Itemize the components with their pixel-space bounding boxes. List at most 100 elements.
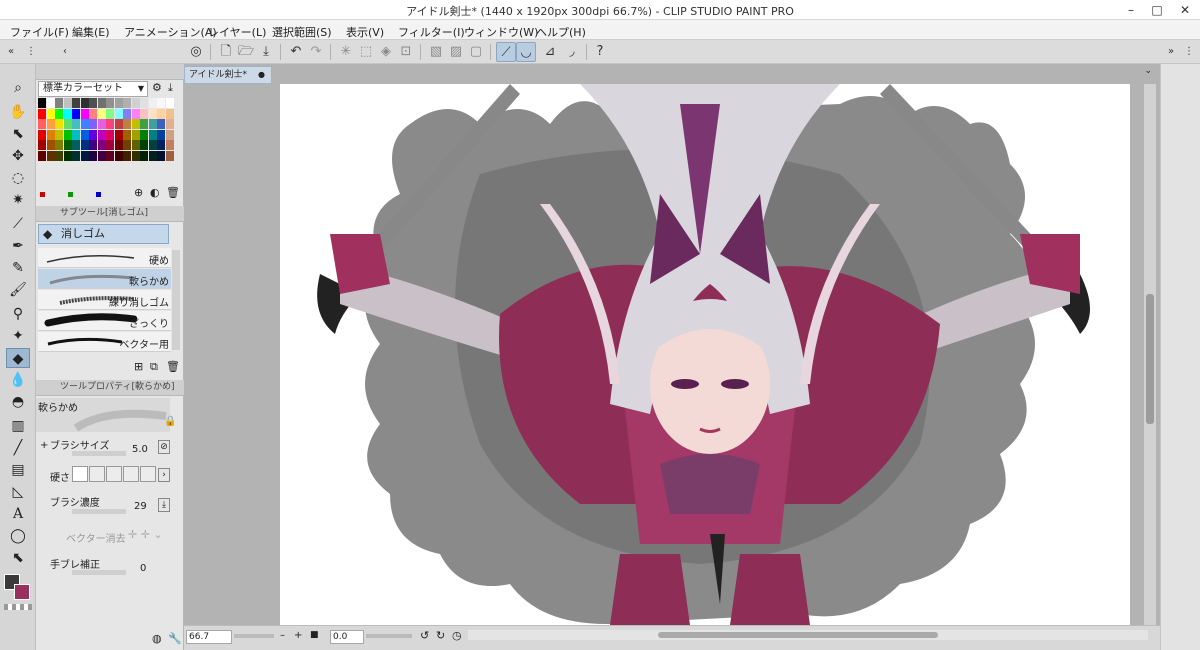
minimize-button[interactable]: – <box>1118 0 1144 20</box>
wrench-icon[interactable]: 🔧 <box>168 632 182 645</box>
show-selection-icon[interactable]: ▢ <box>466 42 486 62</box>
color-swatch[interactable] <box>80 119 89 129</box>
vertical-scrollbar[interactable] <box>1144 84 1156 625</box>
close-button[interactable]: ✕ <box>1172 0 1198 20</box>
menu-filter[interactable]: フィルター(I) <box>398 24 465 40</box>
color-swatch[interactable] <box>63 98 72 108</box>
menu-edit[interactable]: 編集(E) <box>72 24 110 40</box>
color-swatch[interactable] <box>140 150 148 161</box>
color-swatch[interactable] <box>123 150 131 161</box>
zoom-tool-icon[interactable]: ⌕ <box>6 78 30 98</box>
reset-rotation-icon[interactable]: ◷ <box>452 629 462 642</box>
color-swatch[interactable] <box>80 108 89 119</box>
color-swatch[interactable] <box>114 108 123 119</box>
text-tool-icon[interactable]: A <box>6 504 30 524</box>
color-swatch[interactable] <box>140 140 148 150</box>
brush-item[interactable]: 硬め <box>38 248 171 268</box>
clear-icon[interactable]: ✳ <box>336 42 356 62</box>
brush-item-selected[interactable]: 軟らかめ <box>38 269 171 289</box>
color-swatch[interactable] <box>72 119 80 129</box>
color-swatch[interactable] <box>131 129 140 140</box>
color-swatch[interactable] <box>157 140 165 150</box>
color-swatch[interactable] <box>148 108 157 119</box>
scroll-thumb[interactable] <box>1146 294 1154 424</box>
color-swatch[interactable] <box>46 119 55 129</box>
color-swatch[interactable] <box>89 108 97 119</box>
panel-collapse-icon[interactable]: « <box>4 42 18 62</box>
menu-selection[interactable]: 選択範囲(S) <box>272 24 332 40</box>
hardness-steps[interactable] <box>72 466 156 482</box>
stabilization-slider[interactable] <box>72 570 126 575</box>
rotate-left-icon[interactable]: ↺ <box>420 629 429 642</box>
tab-close-icon[interactable]: ● <box>258 67 265 83</box>
save-icon[interactable]: ⤓ <box>256 42 276 62</box>
color-swatch[interactable] <box>114 140 123 150</box>
color-swatch[interactable] <box>140 98 148 108</box>
chevron-down-icon[interactable]: ⌄ <box>1144 66 1152 76</box>
snap-special-ruler-icon[interactable]: ◡ <box>516 42 536 62</box>
color-swatch[interactable] <box>80 140 89 150</box>
color-swatch[interactable] <box>72 129 80 140</box>
chevron-right-icon[interactable]: › <box>158 468 170 482</box>
density-dynamics-icon[interactable]: ⤓ <box>158 498 170 512</box>
color-settings-icon[interactable]: ⚙ <box>152 81 162 94</box>
pen-tool-icon[interactable]: ✒ <box>6 236 30 256</box>
color-swatch[interactable] <box>123 129 131 140</box>
undo-icon[interactable]: ↶ <box>286 42 306 62</box>
color-swatch[interactable] <box>38 129 46 140</box>
color-swatch[interactable] <box>38 140 46 150</box>
color-swatch[interactable] <box>80 129 89 140</box>
blend-tool-icon[interactable]: 💧 <box>6 370 30 390</box>
color-swatch[interactable] <box>148 140 157 150</box>
menu-animation[interactable]: アニメーション(A) <box>124 24 217 40</box>
color-swatch[interactable] <box>131 140 140 150</box>
fit-icon[interactable]: ■ <box>310 630 319 640</box>
expand-icon[interactable]: + <box>40 440 48 451</box>
magic-wand-tool-icon[interactable]: ✷ <box>6 190 30 210</box>
pencil-tool-icon[interactable]: ✎ <box>6 258 30 278</box>
color-swatch[interactable] <box>97 129 106 140</box>
color-swatch[interactable] <box>106 129 114 140</box>
menu-view[interactable]: 表示(V) <box>346 24 384 40</box>
recent-color[interactable] <box>68 192 73 197</box>
scroll-thumb[interactable] <box>658 632 938 638</box>
zoom-slider[interactable] <box>234 634 274 638</box>
color-swatch[interactable] <box>157 129 165 140</box>
color-swatch[interactable] <box>165 119 174 129</box>
color-swatch[interactable] <box>63 150 72 161</box>
color-swatch[interactable] <box>165 140 174 150</box>
balloon-tool-icon[interactable]: ◯ <box>6 526 30 546</box>
ruler-settings-icon[interactable]: ◞ <box>562 42 582 62</box>
color-swatch[interactable] <box>165 129 174 140</box>
color-swatch[interactable] <box>123 119 131 129</box>
eraser-tool-icon[interactable]: ◆ <box>6 348 30 368</box>
color-swatch[interactable] <box>148 129 157 140</box>
color-swatch[interactable] <box>148 119 157 129</box>
snap-grid-icon[interactable]: ⊿ <box>540 42 560 62</box>
figure-tool-icon[interactable]: ╱ <box>6 438 30 458</box>
copy-subtool-icon[interactable]: ⧉ <box>150 360 158 374</box>
invert-selection-icon[interactable]: ▨ <box>446 42 466 62</box>
color-swatch[interactable] <box>114 119 123 129</box>
brush-tool-icon[interactable]: 🖌 <box>6 280 30 300</box>
color-swatch[interactable] <box>157 119 165 129</box>
color-swatch[interactable] <box>106 150 114 161</box>
color-swatch[interactable] <box>123 98 131 108</box>
color-swatch[interactable] <box>63 119 72 129</box>
clear-outside-icon[interactable]: ⬚ <box>356 42 376 62</box>
color-swatch[interactable] <box>72 98 80 108</box>
color-swatch[interactable] <box>38 150 46 161</box>
color-swatch[interactable] <box>80 98 89 108</box>
recent-color[interactable] <box>40 192 45 197</box>
stabilization-value[interactable]: 0 <box>140 563 146 574</box>
rotate-right-icon[interactable]: ↻ <box>436 629 445 642</box>
color-swatch[interactable] <box>157 108 165 119</box>
rotation-slider[interactable] <box>366 634 412 638</box>
brush-item[interactable]: ベクター用 <box>38 332 171 352</box>
color-swatch[interactable] <box>63 140 72 150</box>
trash-icon[interactable]: 🗑 <box>166 186 180 199</box>
open-file-icon[interactable]: 🗁 <box>236 42 256 62</box>
color-swatch[interactable] <box>89 98 97 108</box>
zoom-field[interactable]: 66.7 <box>186 630 232 644</box>
color-swatch[interactable] <box>63 108 72 119</box>
